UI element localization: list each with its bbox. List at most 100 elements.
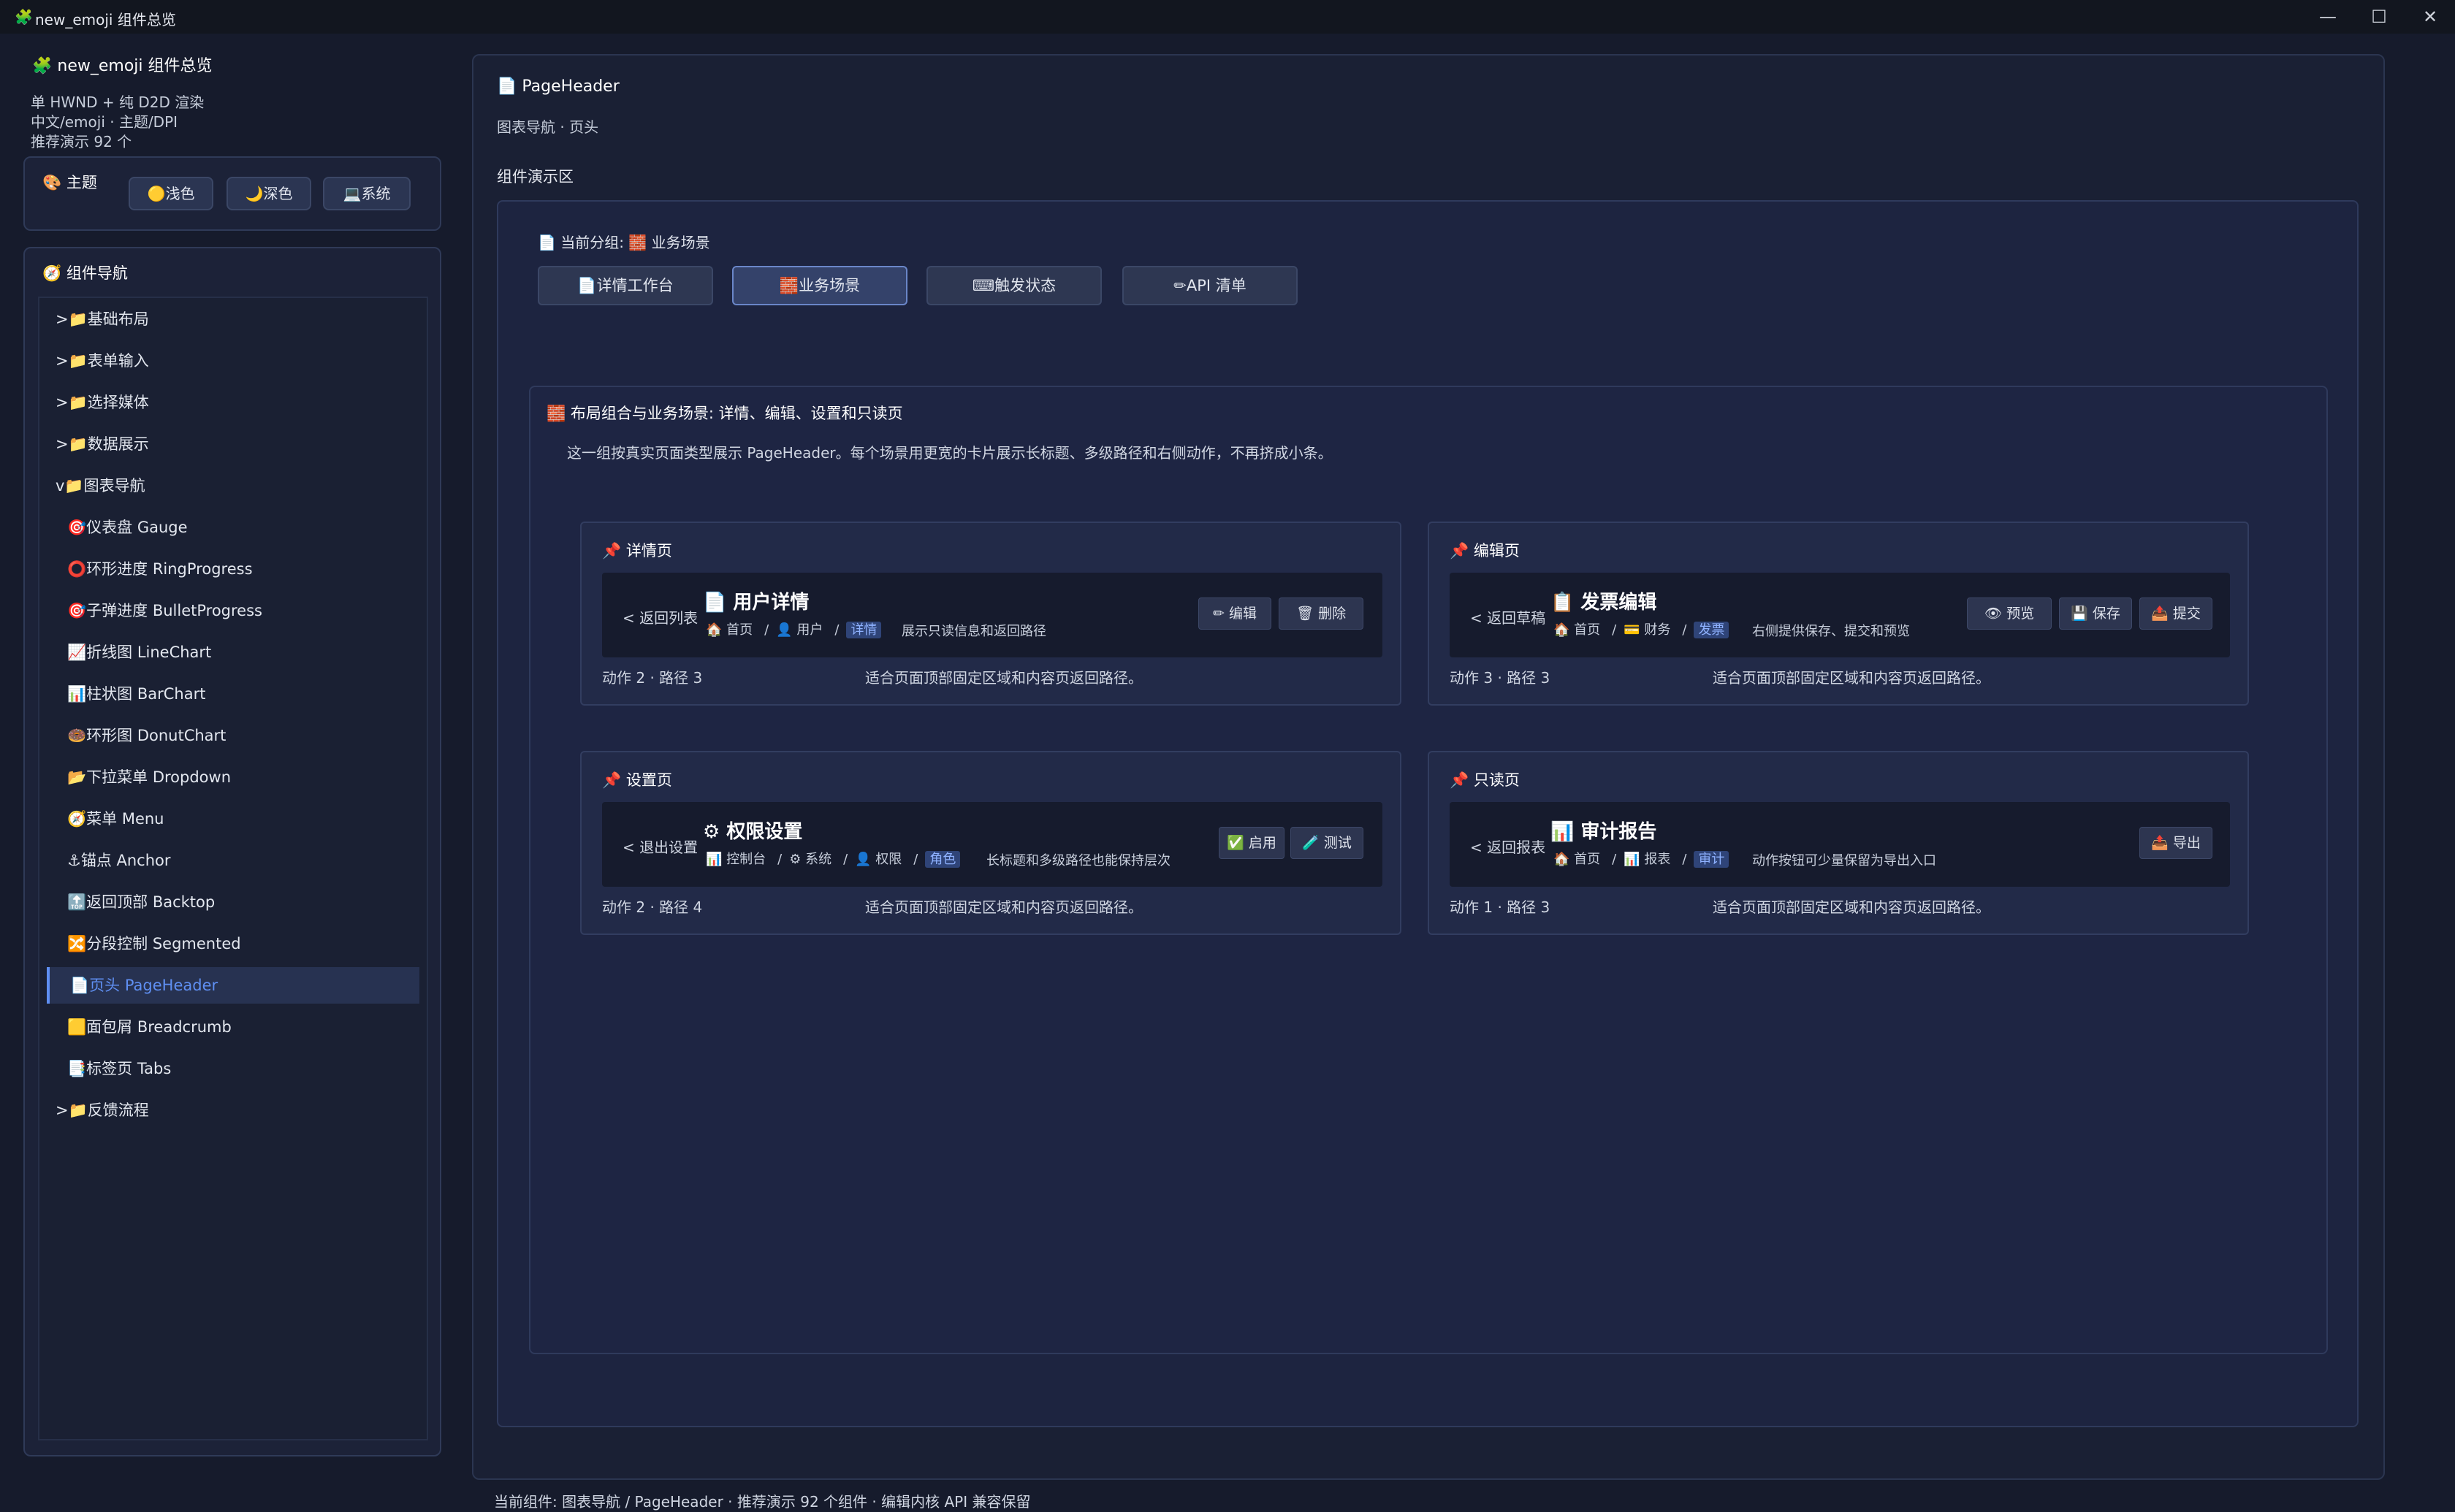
header-title: ⚙ 权限设置 [703,821,803,843]
header-description: 动作按钮可少量保留为导出入口 [1752,853,1936,868]
header-description: 展示只读信息和返回路径 [902,624,1046,639]
nav-heading: 🧭 组件导航 [42,264,128,282]
window-title: new_emoji 组件总览 [35,11,176,28]
breadcrumb: 🏠 首页 / 👤 用户 / 详情 [706,619,882,638]
card-meta: 动作 1 · 路径 3 [1450,898,1550,916]
group-button-business-scene[interactable]: 🧱业务场景 [732,266,907,305]
nav-item-breadcrumb[interactable]: 🟨面包屑 Breadcrumb [47,1009,419,1045]
card-note: 适合页面顶部固定区域和内容页返回路径。 [1713,898,1990,916]
nav-item-anchor[interactable]: ⚓锚点 Anchor [47,842,419,879]
header-description: 长标题和多级路径也能保持层次 [986,853,1171,868]
page-header-demo: < 退出设置 ⚙ 权限设置 📊 控制台 / ⚙ 系统 / 👤 权限 / 角色 长标题和多级路… [602,802,1382,887]
theme-system-button[interactable]: 💻系统 [323,177,411,210]
group-button-detail-workbench[interactable]: 📄详情工作台 [538,266,713,305]
card-meta: 动作 2 · 路径 4 [602,898,703,916]
nav-item-basic-layout[interactable]: >📁基础布局 [47,301,419,337]
scene-card-detail: 📌 详情页 < 返回列表 📄 用户详情 🏠 首页 / 👤 用户 / 详情 展示只读信息和… [580,522,1401,706]
demo-area-label: 组件演示区 [497,168,574,186]
breadcrumb-item[interactable]: 📊 控制台 [706,852,766,867]
sidebar-app-title: 🧩 new_emoji 组件总览 [32,57,213,75]
nav-item-ring-progress[interactable]: ⭕环形进度 RingProgress [47,551,419,587]
nav-item-select-media[interactable]: >📁选择媒体 [47,384,419,421]
header-title: 📋 发票编辑 [1550,592,1657,614]
preview-button[interactable]: 👁 预览 [1967,597,2052,630]
nav-panel: 🧭 组件导航 >📁基础布局 >📁表单输入 >📁选择媒体 >📁数据展示 v📁图表导… [23,247,441,1456]
sidebar-info-line: 中文/emoji · 主题/DPI [31,113,178,131]
header-description: 右侧提供保存、提交和预览 [1752,624,1910,639]
breadcrumb-item[interactable]: 💳 财务 [1624,622,1670,638]
nav-item-tabs[interactable]: 📑标签页 Tabs [47,1050,419,1087]
header-title: 📄 用户详情 [703,592,810,614]
breadcrumb-item[interactable]: 👤 用户 [776,622,823,638]
nav-item-donut-chart[interactable]: 🍩环形图 DonutChart [47,717,419,754]
theme-dark-button[interactable]: 🌙深色 [227,177,311,210]
nav-item-dropdown[interactable]: 📂下拉菜单 Dropdown [47,759,419,795]
card-heading: 📌 详情页 [602,542,672,560]
minimize-button[interactable]: — [2302,3,2354,31]
breadcrumb-item[interactable]: 🏠 首页 [1553,852,1600,867]
submit-button[interactable]: 📤 提交 [2139,597,2212,630]
breadcrumb-item[interactable]: 🏠 首页 [1553,622,1600,638]
page-header-demo: < 返回报表 📊 审计报告 🏠 首页 / 📊 报表 / 审计 动作按钮可少量保留为导出入… [1450,802,2230,887]
app-icon: 🧩 [15,8,33,26]
breadcrumb-current: 发票 [1694,622,1729,638]
card-heading: 📌 编辑页 [1450,542,1520,560]
nav-item-feedback-flow[interactable]: >📁反馈流程 [47,1092,419,1129]
nav-item-line-chart[interactable]: 📈折线图 LineChart [47,634,419,671]
header-title: 📊 审计报告 [1550,821,1657,843]
scene-card-edit: 📌 编辑页 < 返回草稿 📋 发票编辑 🏠 首页 / 💳 财务 / 发票 右侧提供保存、… [1428,522,2249,706]
back-link[interactable]: < 退出设置 [623,836,698,857]
export-button[interactable]: 📤 导出 [2139,827,2212,859]
scene-description: 这一组按真实页面类型展示 PageHeader。每个场景用更宽的卡片展示长标题、… [567,444,1333,462]
back-link[interactable]: < 返回列表 [623,606,698,627]
maximize-button[interactable]: ☐ [2353,3,2405,31]
breadcrumb: 📊 控制台 / ⚙ 系统 / 👤 权限 / 角色 [706,849,961,868]
card-meta: 动作 3 · 路径 3 [1450,669,1550,687]
title-bar: 🧩 new_emoji 组件总览 — ☐ ✕ [0,0,2455,34]
nav-item-bullet-progress[interactable]: 🎯子弹进度 BulletProgress [47,592,419,629]
card-meta: 动作 2 · 路径 3 [602,669,703,687]
card-heading: 📌 设置页 [602,771,672,789]
breadcrumb-current: 详情 [846,622,882,638]
breadcrumb-item[interactable]: 🏠 首页 [706,622,753,638]
nav-tree: >📁基础布局 >📁表单输入 >📁选择媒体 >📁数据展示 v📁图表导航 🎯仪表盘 … [38,297,428,1440]
save-button[interactable]: 💾 保存 [2059,597,2132,630]
breadcrumb-current: 角色 [925,851,961,868]
sidebar-info-line: 单 HWND + 纯 D2D 渲染 [31,93,205,111]
breadcrumb: 🏠 首页 / 💳 财务 / 发票 [1553,619,1729,638]
nav-item-form-input[interactable]: >📁表单输入 [47,343,419,379]
close-button[interactable]: ✕ [2404,3,2455,31]
nav-item-page-header[interactable]: 📄页头 PageHeader [47,967,419,1004]
theme-heading: 🎨 主题 [42,174,97,191]
breadcrumb-current: 审计 [1694,851,1729,868]
card-heading: 📌 只读页 [1450,771,1520,789]
theme-panel: 🎨 主题 🟡浅色 🌙深色 💻系统 [23,156,441,231]
card-note: 适合页面顶部固定区域和内容页返回路径。 [1713,669,1990,687]
edit-button[interactable]: ✏ 编辑 [1198,597,1271,630]
back-link[interactable]: < 返回草稿 [1470,606,1545,627]
breadcrumb-item[interactable]: 👤 权限 [855,852,902,867]
delete-button[interactable]: 🗑 删除 [1279,597,1363,630]
breadcrumb: 🏠 首页 / 📊 报表 / 审计 [1553,849,1729,868]
group-button-api-list[interactable]: ✏API 清单 [1122,266,1298,305]
nav-item-segmented[interactable]: 🔀分段控制 Segmented [47,925,419,962]
page-header-demo: < 返回草稿 📋 发票编辑 🏠 首页 / 💳 财务 / 发票 右侧提供保存、提交和预览 … [1450,573,2230,657]
page-header-demo: < 返回列表 📄 用户详情 🏠 首页 / 👤 用户 / 详情 展示只读信息和返回路径 ✏… [602,573,1382,657]
nav-item-backtop[interactable]: 🔝返回顶部 Backtop [47,884,419,920]
nav-item-gauge[interactable]: 🎯仪表盘 Gauge [47,509,419,546]
nav-item-data-display[interactable]: >📁数据展示 [47,426,419,462]
nav-item-chart-nav[interactable]: v📁图表导航 [47,467,419,504]
sidebar-info-line: 推荐演示 92 个 [31,133,132,150]
breadcrumb-item[interactable]: ⚙ 系统 [789,852,831,867]
enable-button[interactable]: ✅ 启用 [1219,827,1284,859]
nav-item-menu[interactable]: 🧭菜单 Menu [47,801,419,837]
scene-title: 🧱 布局组合与业务场景: 详情、编辑、设置和只读页 [547,405,903,422]
nav-item-bar-chart[interactable]: 📊柱状图 BarChart [47,676,419,712]
theme-light-button[interactable]: 🟡浅色 [129,177,213,210]
test-button[interactable]: 🧪 测试 [1290,827,1363,859]
group-button-trigger-state[interactable]: ⌨触发状态 [926,266,1102,305]
page-subtitle: 图表导航 · 页头 [497,118,599,136]
scene-card-settings: 📌 设置页 < 退出设置 ⚙ 权限设置 📊 控制台 / ⚙ 系统 / 👤 权限 / 角色 长… [580,751,1401,935]
back-link[interactable]: < 返回报表 [1470,836,1545,857]
breadcrumb-item[interactable]: 📊 报表 [1624,852,1670,867]
